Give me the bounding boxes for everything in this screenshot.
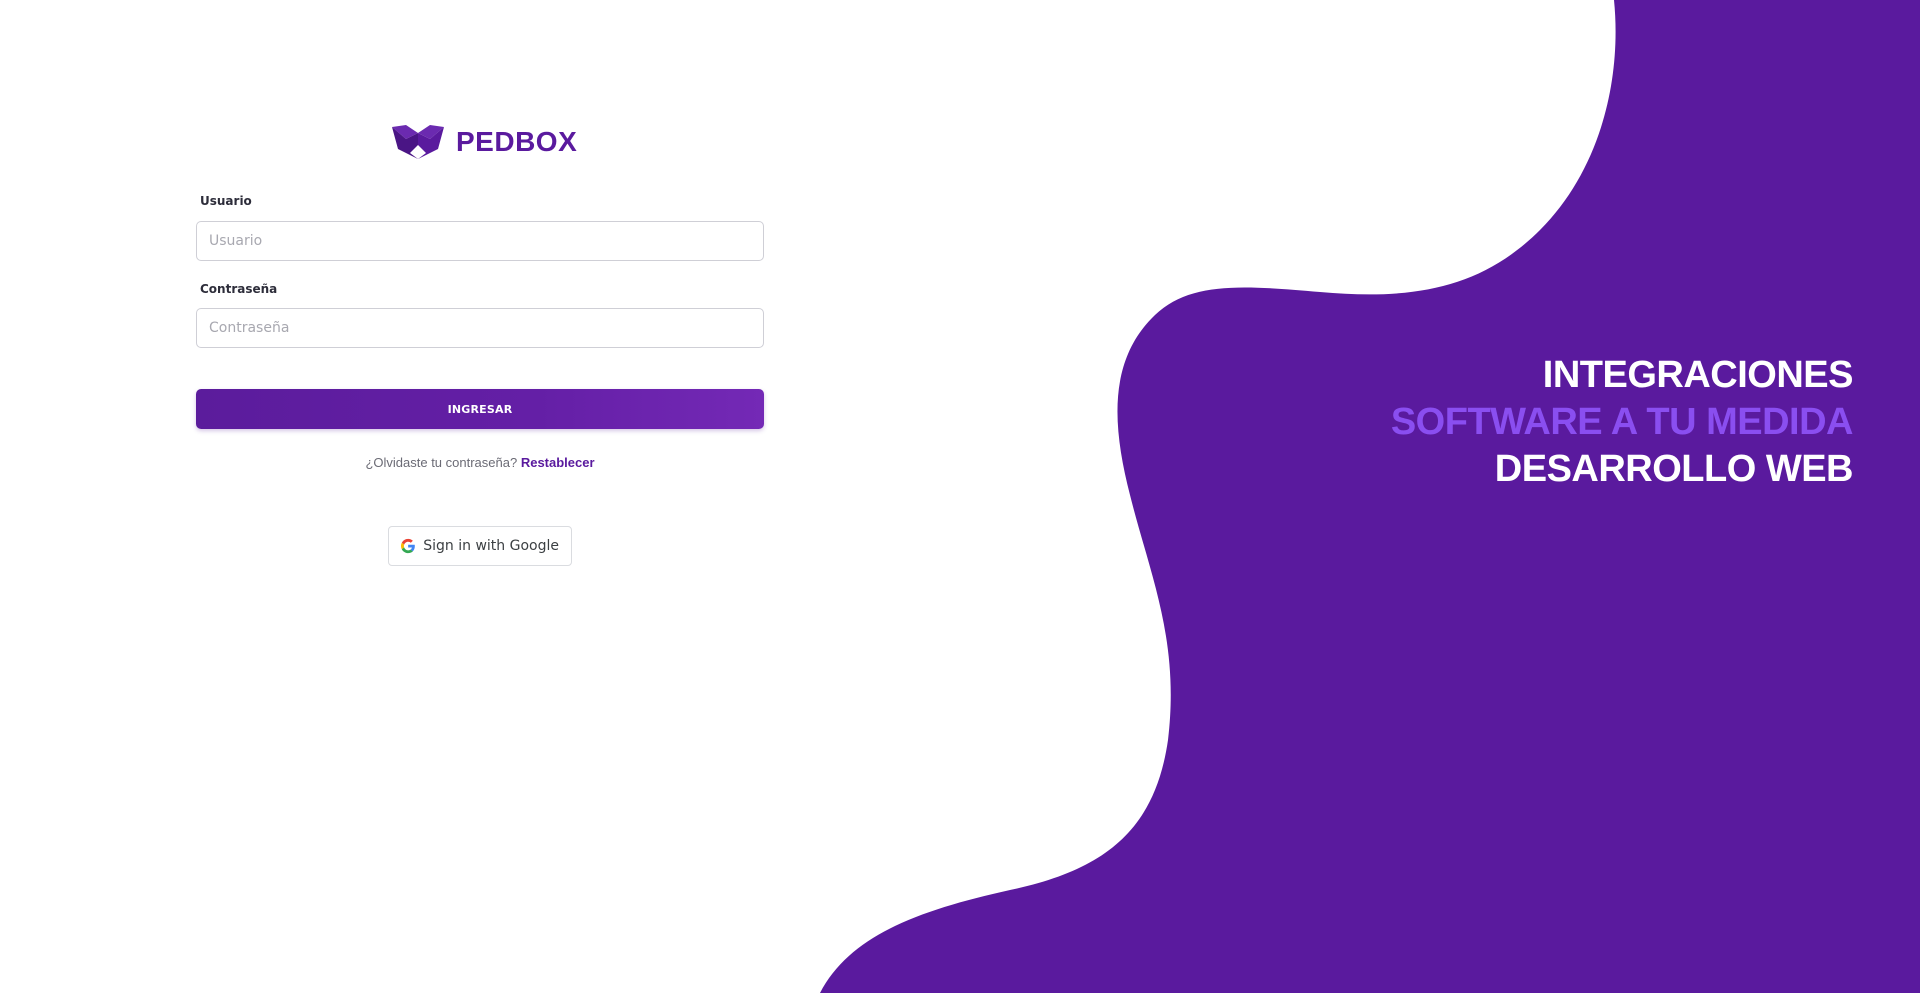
forgot-password-row: ¿Olvidaste tu contraseña? Restablecer (196, 455, 764, 470)
password-input[interactable] (196, 308, 764, 348)
tagline-software: SOFTWARE A TU MEDIDA (1390, 401, 1854, 443)
google-signin-button[interactable]: Sign in with Google (388, 526, 572, 566)
google-g-icon (401, 538, 415, 554)
purple-wave-background (820, 0, 1920, 993)
brand-name: PEDBOX (456, 126, 578, 157)
reset-password-link[interactable]: Restablecer (521, 455, 595, 470)
login-button[interactable]: INGRESAR (196, 389, 764, 429)
box-logo-icon (392, 125, 444, 159)
password-label: Contraseña (200, 282, 278, 296)
google-signin-label: Sign in with Google (423, 538, 559, 554)
tagline-integraciones: INTEGRACIONES (1542, 354, 1854, 396)
hero-taglines: INTEGRACIONES SOFTWARE A TU MEDIDA DESAR… (1390, 352, 1854, 493)
username-label: Usuario (200, 194, 252, 208)
login-page: PEDBOX Usuario Contraseña INGRESAR ¿Olvi… (0, 0, 1920, 993)
username-input[interactable] (196, 221, 764, 261)
tagline-desarrollo: DESARROLLO WEB (1494, 448, 1854, 490)
forgot-password-text: ¿Olvidaste tu contraseña? (365, 455, 518, 470)
brand-logo[interactable]: PEDBOX (390, 122, 577, 162)
